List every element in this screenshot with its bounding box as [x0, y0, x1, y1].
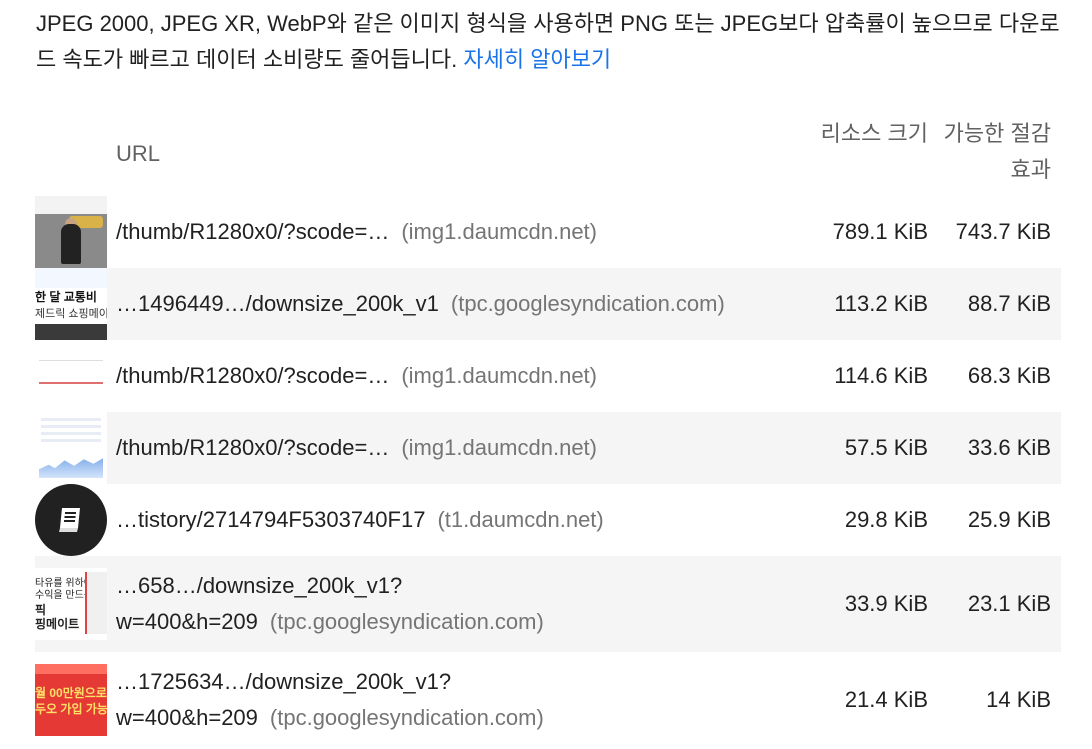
resource-size-value: 29.8 KiB [844, 507, 928, 532]
thumbnail-caption: 두오 가입 가능해? [35, 702, 107, 716]
thumbnail-image [35, 340, 107, 412]
resource-origin: (t1.daumcdn.net) [437, 507, 604, 532]
thumbnail-image [35, 196, 107, 268]
table-header: URL 리소스 크기 가능한 절감 효과 [35, 112, 1061, 196]
url-cell: /thumb/R1280x0/?scode=… (img1.daumcdn.net… [107, 214, 796, 250]
thumbnail-caption: 제드릭 쇼핑메이트로 [35, 308, 107, 320]
resource-size-value: 57.5 KiB [844, 435, 928, 460]
potential-savings-value: 68.3 KiB [967, 363, 1051, 388]
thumbnail-caption: 핑메이트 [35, 617, 80, 631]
table-row: /thumb/R1280x0/?scode=… (img1.daumcdn.net… [35, 196, 1061, 268]
resource-url[interactable]: /thumb/R1280x0/?scode=… [116, 219, 389, 244]
potential-savings-value: 88.7 KiB [967, 291, 1051, 316]
lighthouse-audit-panel: JPEG 2000, JPEG XR, WebP와 같은 이미지 형식을 사용하… [0, 0, 1092, 749]
resource-origin: (img1.daumcdn.net) [401, 435, 597, 460]
table-row: 타유를 위하여! 수익을 만드는 픽 핑메이트 …658…/downsize_2… [35, 556, 1061, 652]
url-cell: …1725634…/downsize_200k_v1? w=400&h=209 (… [107, 664, 796, 736]
table-row: /thumb/R1280x0/?scode=… (img1.daumcdn.net… [35, 340, 1061, 412]
resource-url[interactable]: …1725634…/downsize_200k_v1? [116, 664, 796, 700]
resource-origin: (tpc.googlesyndication.com) [269, 609, 544, 634]
resource-url[interactable]: /thumb/R1280x0/?scode=… [116, 435, 389, 460]
resource-origin: (tpc.googlesyndication.com) [269, 705, 544, 730]
thumbnail-caption: 한 달 교통비 [35, 290, 97, 304]
resource-size-value: 789.1 KiB [832, 219, 928, 244]
resource-url-query[interactable]: w=400&h=209 [116, 609, 258, 634]
table-row: 월 00만원으로 두오 가입 가능해? …1725634…/downsize_2… [35, 652, 1061, 748]
resource-url[interactable]: …tistory/2714794F5303740F17 [116, 507, 425, 532]
potential-savings-value: 33.6 KiB [967, 435, 1051, 460]
column-header-resource-size: 리소스 크기 [820, 121, 928, 146]
resource-size-value: 21.4 KiB [844, 687, 928, 712]
url-cell: …658…/downsize_200k_v1? w=400&h=209 (tpc.… [107, 568, 796, 640]
audit-description: JPEG 2000, JPEG XR, WebP와 같은 이미지 형식을 사용하… [36, 6, 1066, 78]
resource-size-value: 114.6 KiB [834, 363, 928, 388]
resource-url[interactable]: /thumb/R1280x0/?scode=… [116, 363, 389, 388]
resource-size-value: 33.9 KiB [844, 591, 928, 616]
potential-savings-value: 743.7 KiB [955, 219, 1051, 244]
thumbnail-caption: 픽 [35, 603, 47, 617]
potential-savings-value: 23.1 KiB [967, 591, 1051, 616]
potential-savings-value: 25.9 KiB [967, 507, 1051, 532]
column-header-potential-savings: 가능한 절감 효과 [943, 121, 1051, 182]
potential-savings-value: 14 KiB [986, 687, 1051, 712]
table-row: …tistory/2714794F5303740F17 (t1.daumcdn.n… [35, 484, 1061, 556]
table-row: 한 달 교통비 제드릭 쇼핑메이트로 …1496449…/downsize_20… [35, 268, 1061, 340]
resource-url[interactable]: …1496449…/downsize_200k_v1 [116, 291, 439, 316]
resource-origin: (img1.daumcdn.net) [401, 219, 597, 244]
thumbnail-image [35, 412, 107, 484]
url-cell: /thumb/R1280x0/?scode=… (img1.daumcdn.net… [107, 430, 796, 466]
url-cell: …tistory/2714794F5303740F17 (t1.daumcdn.n… [107, 502, 796, 538]
thumbnail-image: 한 달 교통비 제드릭 쇼핑메이트로 [35, 268, 107, 340]
resource-origin: (img1.daumcdn.net) [401, 363, 597, 388]
book-icon [35, 484, 107, 556]
thumbnail-caption: 월 00만원으로 [35, 686, 107, 700]
table-row: /thumb/R1280x0/?scode=… (img1.daumcdn.net… [35, 412, 1061, 484]
resource-origin: (tpc.googlesyndication.com) [450, 291, 725, 316]
column-header-url: URL [116, 141, 161, 166]
url-cell: /thumb/R1280x0/?scode=… (img1.daumcdn.net… [107, 358, 796, 394]
resource-size-value: 113.2 KiB [834, 291, 928, 316]
resource-url[interactable]: …658…/downsize_200k_v1? [116, 568, 796, 604]
thumbnail-image: 타유를 위하여! 수익을 만드는 픽 핑메이트 [35, 568, 107, 640]
resource-url-query[interactable]: w=400&h=209 [116, 705, 258, 730]
opportunity-table: URL 리소스 크기 가능한 절감 효과 /thumb/R1280x0/?sco… [35, 112, 1061, 748]
url-cell: …1496449…/downsize_200k_v1 (tpc.googlesyn… [107, 286, 796, 322]
thumbnail-image: 월 00만원으로 두오 가입 가능해? [35, 664, 107, 736]
learn-more-link[interactable]: 자세히 알아보기 [463, 47, 611, 72]
